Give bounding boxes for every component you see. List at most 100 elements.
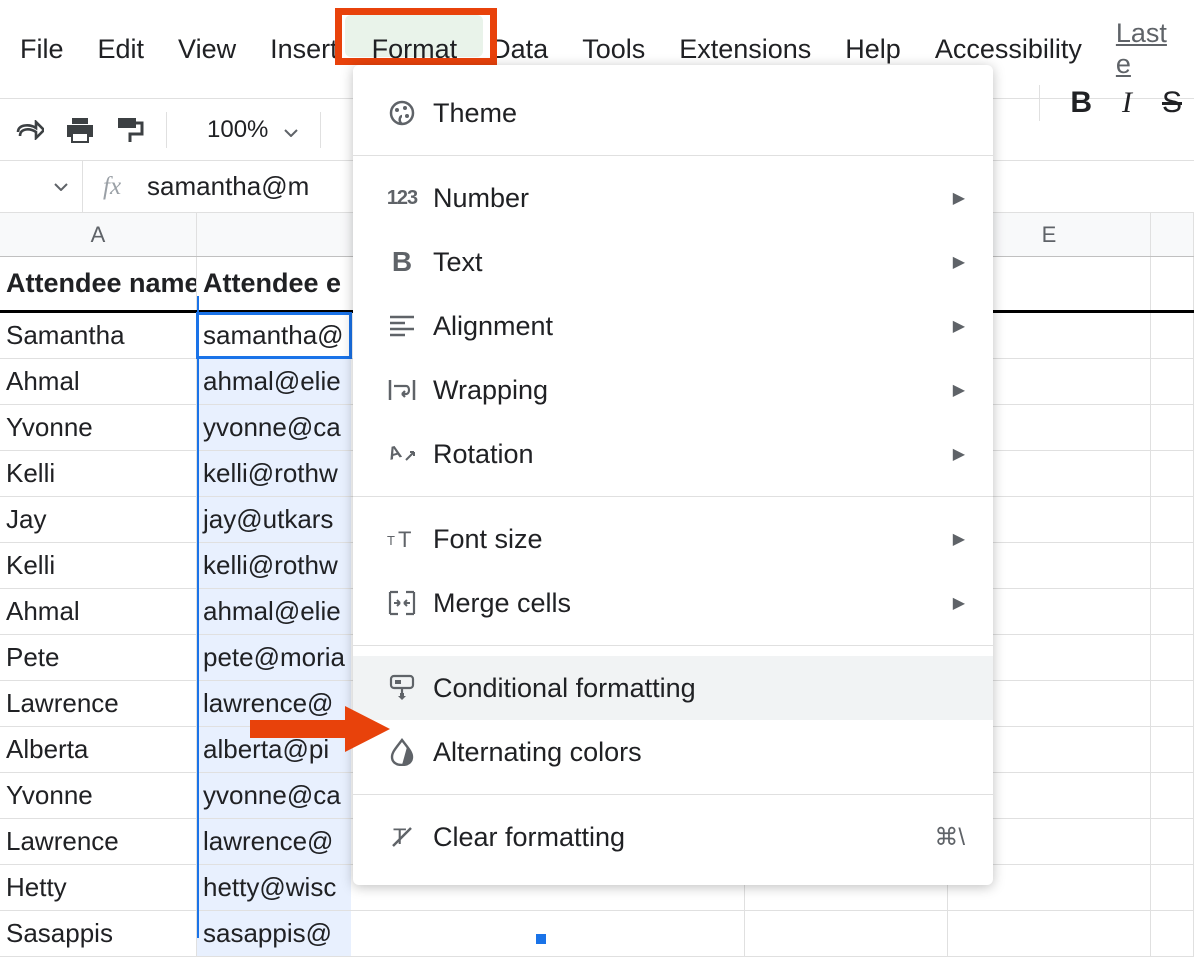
menu-item-label: Merge cells xyxy=(433,588,953,619)
bold-button[interactable]: B xyxy=(1070,86,1092,120)
submenu-arrow-icon: ▶ xyxy=(953,593,965,613)
menu-item-font-size[interactable]: TT Font size ▶ xyxy=(353,507,993,571)
cell-attendee-email[interactable]: sasappis@ xyxy=(197,911,351,956)
menu-insert[interactable]: Insert xyxy=(270,28,338,71)
cell-attendee-name[interactable]: Samantha xyxy=(0,313,197,358)
cell-attendee-email[interactable]: samantha@ xyxy=(197,313,351,358)
header-attendee-email[interactable]: Attendee e xyxy=(197,257,351,310)
cell[interactable] xyxy=(948,911,1151,956)
toolbar-right: B I S xyxy=(1039,72,1194,134)
cell[interactable] xyxy=(351,911,745,956)
cell[interactable] xyxy=(1151,543,1194,588)
cell-attendee-name[interactable]: Jay xyxy=(0,497,197,542)
svg-text:T: T xyxy=(387,533,395,548)
submenu-arrow-icon: ▶ xyxy=(953,529,965,549)
cell[interactable] xyxy=(1151,257,1194,310)
menu-item-rotation[interactable]: A Rotation ▶ xyxy=(353,422,993,486)
cell-attendee-email[interactable]: yvonne@ca xyxy=(197,773,351,818)
alternating-colors-icon xyxy=(381,738,423,766)
menu-item-label: Conditional formatting xyxy=(433,673,965,704)
col-header-B[interactable] xyxy=(197,213,351,256)
cell[interactable] xyxy=(1151,313,1194,358)
name-box[interactable] xyxy=(0,183,82,191)
cell[interactable] xyxy=(1151,359,1194,404)
menu-item-label: Theme xyxy=(433,98,965,129)
menu-item-label: Font size xyxy=(433,524,953,555)
menu-shortcut: ⌘\ xyxy=(934,823,965,852)
zoom-value: 100% xyxy=(207,116,268,144)
zoom-dropdown[interactable]: 100% xyxy=(207,116,298,144)
cell-attendee-email[interactable]: lawrence@ xyxy=(197,681,351,726)
menu-separator xyxy=(353,645,993,646)
menu-item-label: Number xyxy=(433,183,953,214)
cell-attendee-name[interactable]: Lawrence xyxy=(0,819,197,864)
submenu-arrow-icon: ▶ xyxy=(953,444,965,464)
cell-attendee-name[interactable]: Sasappis xyxy=(0,911,197,956)
menu-edit[interactable]: Edit xyxy=(98,28,145,71)
cell-attendee-name[interactable]: Ahmal xyxy=(0,589,197,634)
paint-format-icon[interactable] xyxy=(116,116,144,144)
cell[interactable] xyxy=(745,911,948,956)
text-bold-icon: B xyxy=(381,246,423,278)
formula-input[interactable]: samantha@m xyxy=(141,171,309,202)
menu-separator xyxy=(353,155,993,156)
cell[interactable] xyxy=(1151,589,1194,634)
cell[interactable] xyxy=(1151,405,1194,450)
cell-attendee-email[interactable]: pete@moria xyxy=(197,635,351,680)
rotation-icon: A xyxy=(381,442,423,466)
cell[interactable] xyxy=(1151,819,1194,864)
toolbar-separator xyxy=(166,112,167,148)
cell-attendee-email[interactable]: kelli@rothw xyxy=(197,451,351,496)
menu-item-conditional-formatting[interactable]: Conditional formatting xyxy=(353,656,993,720)
menu-item-theme[interactable]: Theme xyxy=(353,81,993,145)
cell-attendee-name[interactable]: Kelli xyxy=(0,543,197,588)
cell-attendee-email[interactable]: ahmal@elie xyxy=(197,359,351,404)
cell[interactable] xyxy=(1151,635,1194,680)
cell-attendee-name[interactable]: Yvonne xyxy=(0,773,197,818)
col-header-A[interactable]: A xyxy=(0,213,197,256)
cell-attendee-email[interactable]: ahmal@elie xyxy=(197,589,351,634)
redo-icon[interactable] xyxy=(16,116,44,144)
col-header-F[interactable] xyxy=(1151,213,1194,256)
menu-item-label: Wrapping xyxy=(433,375,953,406)
menu-file[interactable]: File xyxy=(20,28,64,71)
menu-item-alternating-colors[interactable]: Alternating colors xyxy=(353,720,993,784)
menu-item-merge-cells[interactable]: Merge cells ▶ xyxy=(353,571,993,635)
cell[interactable] xyxy=(1151,773,1194,818)
menu-item-number[interactable]: 123 Number ▶ xyxy=(353,166,993,230)
menu-item-alignment[interactable]: Alignment ▶ xyxy=(353,294,993,358)
cell-attendee-name[interactable]: Lawrence xyxy=(0,681,197,726)
cell-attendee-email[interactable]: kelli@rothw xyxy=(197,543,351,588)
svg-text:A: A xyxy=(388,442,404,464)
cell-attendee-email[interactable]: yvonne@ca xyxy=(197,405,351,450)
dropdown-caret-icon xyxy=(284,116,298,144)
cell[interactable] xyxy=(1151,865,1194,910)
cell-attendee-name[interactable]: Kelli xyxy=(0,451,197,496)
cell-attendee-name[interactable]: Hetty xyxy=(0,865,197,910)
menu-item-text[interactable]: B Text ▶ xyxy=(353,230,993,294)
cell-attendee-name[interactable]: Yvonne xyxy=(0,405,197,450)
cell[interactable] xyxy=(1151,451,1194,496)
header-attendee-name[interactable]: Attendee name xyxy=(0,257,197,310)
font-size-icon: TT xyxy=(381,527,423,551)
cell-attendee-name[interactable]: Alberta xyxy=(0,727,197,772)
menu-item-clear-formatting[interactable]: T Clear formatting ⌘\ xyxy=(353,805,993,869)
fx-label: fx xyxy=(83,173,141,201)
cell-attendee-email[interactable]: lawrence@ xyxy=(197,819,351,864)
strikethrough-button[interactable]: S xyxy=(1162,86,1182,120)
cell-attendee-email[interactable]: hetty@wisc xyxy=(197,865,351,910)
print-icon[interactable] xyxy=(66,116,94,144)
cell-attendee-email[interactable]: alberta@pi xyxy=(197,727,351,772)
menu-item-wrapping[interactable]: Wrapping ▶ xyxy=(353,358,993,422)
cell-attendee-name[interactable]: Pete xyxy=(0,635,197,680)
cell[interactable] xyxy=(1151,681,1194,726)
menu-view[interactable]: View xyxy=(178,28,236,71)
selection-handle[interactable] xyxy=(536,934,546,944)
italic-button[interactable]: I xyxy=(1122,86,1132,120)
menu-item-label: Rotation xyxy=(433,439,953,470)
cell-attendee-name[interactable]: Ahmal xyxy=(0,359,197,404)
cell[interactable] xyxy=(1151,727,1194,772)
cell[interactable] xyxy=(1151,497,1194,542)
cell[interactable] xyxy=(1151,911,1194,956)
cell-attendee-email[interactable]: jay@utkars xyxy=(197,497,351,542)
